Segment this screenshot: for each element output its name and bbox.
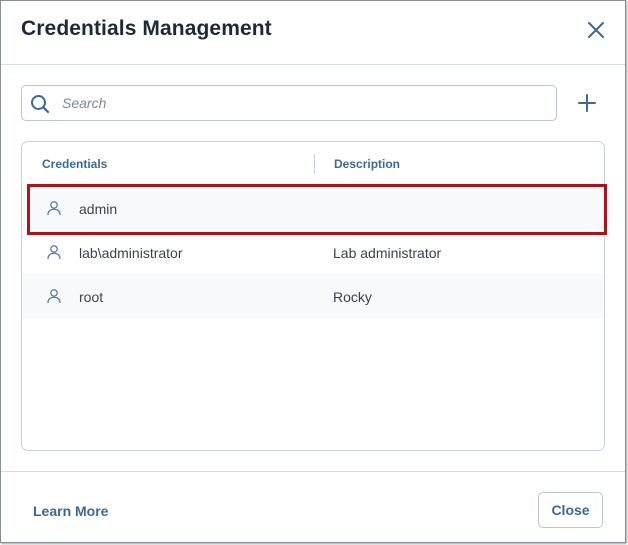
column-header-description[interactable]: Description <box>334 157 400 171</box>
dialog-header: Credentials Management <box>1 1 625 65</box>
search-input[interactable] <box>62 87 542 119</box>
plus-icon[interactable] <box>576 92 598 114</box>
user-icon <box>47 289 61 304</box>
credential-name: root <box>79 289 104 305</box>
search-icon <box>31 95 50 114</box>
close-icon[interactable] <box>585 19 607 41</box>
user-icon <box>47 201 61 216</box>
credential-name: lab\administrator <box>79 245 183 261</box>
column-divider[interactable] <box>314 154 315 174</box>
table-row[interactable]: lab\administrator Lab administrator <box>22 230 604 274</box>
table-header: Credentials Description <box>22 142 604 184</box>
credential-description: Lab administrator <box>333 245 442 261</box>
credential-name: admin <box>79 201 118 217</box>
credential-description: Rocky <box>333 289 372 305</box>
search-box <box>21 85 557 121</box>
user-icon <box>47 245 61 260</box>
credentials-dialog: Credentials Management Credentials Descr… <box>0 0 626 543</box>
close-button[interactable]: Close <box>538 492 603 528</box>
table-row[interactable]: root Rocky <box>22 274 604 318</box>
dialog-footer: Learn More Close <box>1 471 625 544</box>
column-header-credentials[interactable]: Credentials <box>42 157 107 171</box>
table-row[interactable]: admin <box>22 186 604 230</box>
dialog-title: Credentials Management <box>21 17 272 40</box>
learn-more-link[interactable]: Learn More <box>33 503 108 519</box>
credentials-table: Credentials Description admin lab\admini… <box>21 141 605 451</box>
